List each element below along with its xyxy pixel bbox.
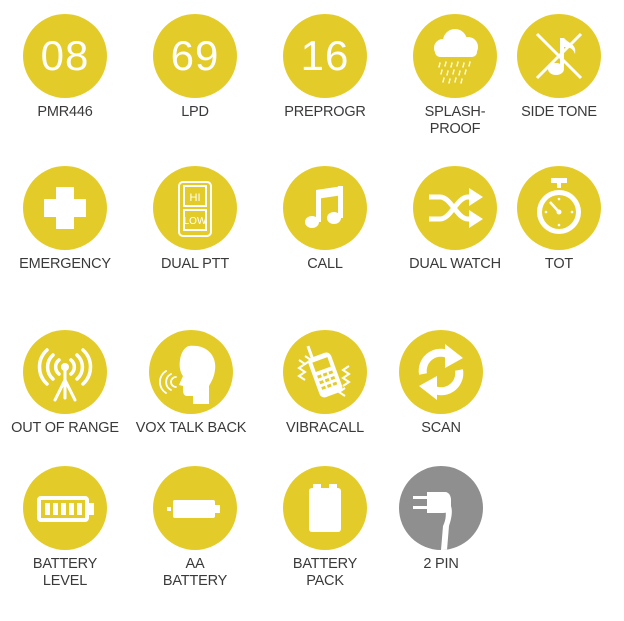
feature-label: TOT bbox=[544, 256, 574, 272]
feature-label: PMR446 bbox=[37, 104, 93, 120]
feature-label: VOX TALK BACK bbox=[135, 420, 247, 436]
feature-label: SCAN bbox=[421, 420, 461, 436]
feature-label: BATTERY LEVEL bbox=[32, 556, 98, 589]
vibrating-phone-icon bbox=[297, 345, 351, 398]
shuffle-icon bbox=[429, 188, 483, 228]
battery-level-icon bbox=[37, 496, 94, 522]
muted-note-icon bbox=[535, 32, 583, 80]
feature-label: AA BATTERY bbox=[162, 556, 228, 589]
refresh-arrows-icon bbox=[418, 344, 464, 400]
aa-battery-icon bbox=[167, 500, 220, 518]
preprogr-badge: 16 bbox=[283, 14, 367, 98]
rain-cloud-icon bbox=[434, 29, 478, 84]
two-pin-plug-icon bbox=[413, 492, 452, 550]
feature-label: EMERGENCY bbox=[19, 256, 111, 272]
feature-label: OUT OF RANGE bbox=[11, 420, 119, 436]
switch-low-text: LOW bbox=[184, 216, 207, 227]
feature-label: PREPROGR bbox=[284, 104, 366, 120]
stopwatch-icon bbox=[537, 178, 581, 234]
hi-low-switch-icon: HI LOW bbox=[178, 181, 212, 237]
cross-icon bbox=[44, 187, 86, 229]
feature-label: LPD bbox=[181, 104, 209, 120]
lpd-badge: 69 bbox=[153, 14, 237, 98]
feature-label: BATTERY PACK bbox=[292, 556, 358, 589]
feature-label: VIBRACALL bbox=[286, 420, 364, 436]
preprogr-number: 16 bbox=[300, 32, 350, 79]
feature-label: DUAL PTT bbox=[161, 256, 229, 272]
battery-pack-icon bbox=[309, 484, 341, 532]
pmr446-number: 08 bbox=[40, 32, 90, 79]
switch-hi-text: HI bbox=[190, 192, 201, 204]
pmr446-badge: 08 bbox=[23, 14, 107, 98]
antenna-icon bbox=[37, 348, 93, 402]
feature-label: 2 PIN bbox=[423, 556, 459, 572]
feature-label: SIDE TONE bbox=[521, 104, 597, 120]
lpd-number: 69 bbox=[170, 32, 220, 79]
music-note-icon bbox=[305, 186, 343, 228]
speaking-head-icon bbox=[159, 345, 216, 404]
feature-label: CALL bbox=[307, 256, 343, 272]
